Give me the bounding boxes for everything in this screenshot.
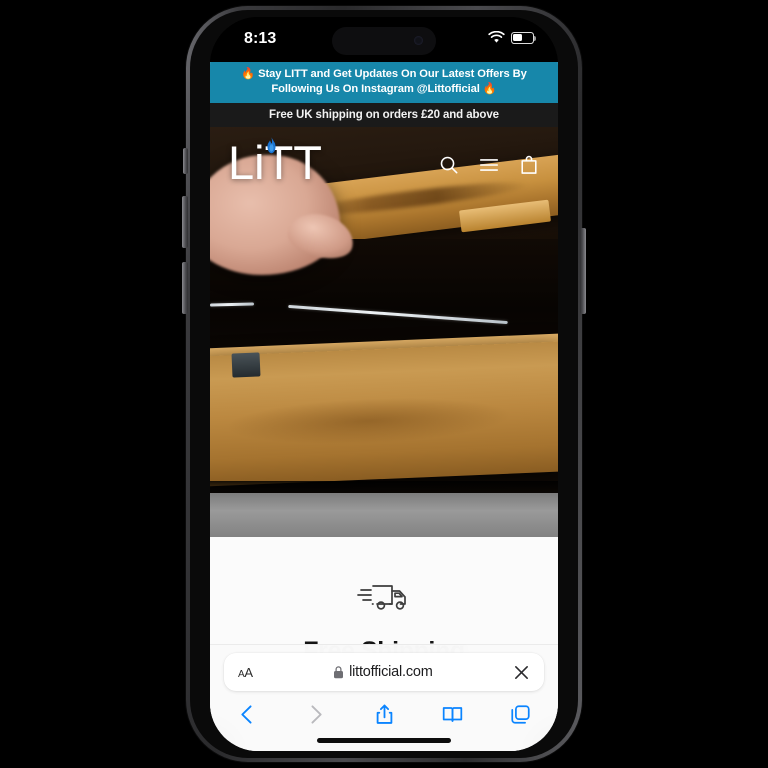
silent-switch[interactable] (183, 148, 188, 174)
shipping-announcement-bar: Free UK shipping on orders £20 and above (210, 102, 558, 127)
status-bar-indicators (488, 31, 537, 44)
tabs-icon[interactable] (509, 703, 532, 726)
phone-screen: 8:13 🔥 Stay LITT and Get Updates On Our … (210, 17, 558, 751)
shopping-bag-icon[interactable] (518, 154, 540, 176)
power-button[interactable] (580, 228, 586, 314)
text-size-button[interactable]: AAAA (238, 665, 253, 680)
header-icon-group (438, 148, 540, 176)
web-page: 🔥 Stay LITT and Get Updates On Our Lates… (210, 62, 558, 751)
forward-icon (311, 705, 322, 724)
share-icon[interactable] (373, 703, 396, 726)
hero-section: LiTT (210, 126, 558, 537)
close-icon[interactable] (513, 664, 530, 681)
lock-icon (334, 666, 344, 679)
battery-icon (511, 31, 537, 44)
safari-bottom-chrome: AAAA littofficial.com (210, 644, 558, 751)
dynamic-island (332, 27, 436, 55)
wifi-icon (488, 31, 505, 43)
safari-toolbar (210, 691, 558, 730)
feature-icon-wrap (226, 575, 542, 615)
url-bar-row: AAAA littofficial.com (210, 653, 558, 691)
url-text: littofficial.com (349, 664, 433, 680)
promo-banner[interactable]: 🔥 Stay LITT and Get Updates On Our Lates… (210, 62, 558, 103)
front-camera-icon (414, 36, 423, 45)
menu-icon[interactable] (478, 154, 500, 176)
volume-up-button[interactable] (182, 196, 188, 248)
delivery-truck-icon (357, 584, 406, 610)
flame-icon (267, 136, 276, 153)
screenshot-stage: 8:13 🔥 Stay LITT and Get Updates On Our … (0, 0, 768, 768)
volume-down-button[interactable] (182, 262, 188, 314)
status-bar: 8:13 (210, 17, 558, 62)
search-icon[interactable] (438, 154, 460, 176)
site-header: LiTT (210, 127, 558, 186)
url-bar[interactable]: AAAA littofficial.com (224, 653, 544, 691)
back-icon[interactable] (236, 703, 259, 726)
bookmarks-icon[interactable] (441, 703, 464, 726)
url-display[interactable]: littofficial.com (253, 664, 513, 680)
status-bar-time: 8:13 (244, 30, 277, 47)
site-logo[interactable]: LiTT (228, 136, 322, 186)
home-indicator (317, 738, 451, 743)
